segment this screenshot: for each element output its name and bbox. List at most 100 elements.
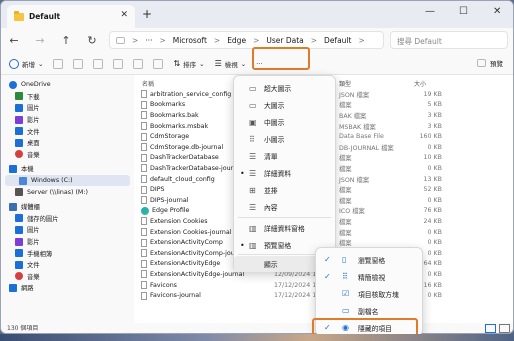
address-bar[interactable]: > ··· > Microsoft > Edge > User Data > D…	[109, 31, 384, 49]
file-type: JSON 檔案	[339, 91, 370, 99]
menu-item-file-extensions[interactable]: ▭ 副檔名	[316, 302, 422, 319]
menu-item-extra-large-icons[interactable]: ▭ 超大圖示	[234, 80, 335, 96]
menu-item-details-pane[interactable]: ▥ 詳細資料窗格	[234, 220, 335, 236]
sidebar-item-lib-music[interactable]: 音樂	[1, 271, 134, 283]
sort-button[interactable]: ⇅ 排序 ⌄	[173, 59, 204, 69]
sidebar-item-server-m[interactable]: Server (\\linas) (M:)	[1, 186, 134, 198]
close-button[interactable]: ✕	[493, 6, 501, 17]
minimize-button[interactable]: —	[425, 6, 435, 17]
file-name: ExtensionActivityEdge	[141, 259, 220, 268]
menu-item-medium-icons[interactable]: ▣ 中圖示	[234, 114, 335, 130]
menu-item-compact-view[interactable]: ✓ ⠿ 精簡檢視	[316, 268, 422, 285]
file-type: 檔案	[339, 229, 352, 237]
chevron-down-icon: ⌄	[38, 59, 44, 68]
new-label: 新增	[22, 60, 35, 69]
file-name: Favicons	[141, 281, 177, 290]
file-name: DIPS	[141, 185, 165, 194]
paste-button[interactable]	[93, 58, 104, 69]
sidebar-item-onedrive[interactable]: OneDrive	[1, 79, 134, 91]
sidebar-item-videos[interactable]: 影片	[1, 114, 134, 126]
tab-close-button[interactable]: ✕	[120, 10, 128, 20]
sidebar-item-label: 音樂	[27, 273, 40, 281]
details-view-icon[interactable]	[485, 324, 496, 333]
file-type: 檔案	[339, 102, 352, 110]
file-icon	[141, 270, 147, 279]
file-type: 檔案	[339, 155, 352, 163]
menu-item-label: 項目核取方塊	[358, 290, 399, 299]
sidebar-item-music[interactable]: 音樂	[1, 149, 134, 161]
sidebar-item-windows-c[interactable]: Windows (C:)	[5, 174, 130, 187]
menu-item-label: 顯示	[264, 261, 278, 269]
file-name-text: CdmStorage.db-journal	[150, 143, 224, 151]
sidebar-item-lib-videos[interactable]: 影片	[1, 236, 134, 248]
cut-button[interactable]	[53, 58, 64, 69]
file-type: 檔案	[339, 240, 352, 248]
extra-large-icons-icon: ▭	[249, 83, 257, 93]
library-icon	[9, 202, 17, 211]
search-input[interactable]: 搜尋 Default	[390, 31, 508, 49]
column-header-type[interactable]: 類型	[339, 79, 351, 88]
paste-icon	[93, 58, 104, 69]
breadcrumb-default[interactable]: Default	[324, 36, 351, 45]
menu-item-navigation-pane[interactable]: ✓ ▯ 瀏覽窗格	[316, 251, 422, 268]
menu-item-list[interactable]: ☰ 清單	[234, 148, 335, 164]
share-button[interactable]	[133, 58, 144, 69]
file-icon	[141, 100, 147, 109]
sidebar-item-lib-pictures[interactable]: 圖片	[1, 224, 134, 236]
file-type: BAK 檔案	[339, 112, 367, 120]
file-icon	[141, 90, 147, 99]
sidebar-item-label: Windows (C:)	[31, 177, 73, 185]
sidebar-item-downloads[interactable]: 下載	[1, 91, 134, 103]
tiles-view-icon[interactable]	[499, 324, 510, 333]
column-header-name[interactable]: 名稱	[142, 79, 154, 88]
column-header-size[interactable]: 大小	[414, 79, 426, 88]
sidebar-item-desktop[interactable]: 桌面	[1, 137, 134, 149]
breadcrumb-microsoft[interactable]: Microsoft	[173, 36, 207, 45]
breadcrumb-user-data[interactable]: User Data	[266, 36, 303, 45]
back-icon[interactable]: ←	[1, 34, 27, 47]
check-icon: ✓	[324, 255, 331, 264]
rename-button[interactable]	[113, 58, 124, 69]
menu-item-tiles[interactable]: ⊞ 並排	[234, 182, 335, 198]
refresh-icon[interactable]: ↻	[79, 34, 105, 47]
breadcrumb-edge[interactable]: Edge	[227, 36, 246, 45]
sidebar-item-pictures[interactable]: 圖片	[1, 102, 134, 114]
menu-item-item-checkboxes[interactable]: ☑ 項目核取方塊	[316, 285, 422, 302]
sidebar-item-saved-pictures[interactable]: 儲存的圖片	[1, 213, 134, 225]
file-name: default_cloud_config	[141, 175, 215, 184]
up-icon[interactable]: ↑	[53, 34, 79, 47]
file-name-text: Bookmarks.msbak	[150, 122, 209, 130]
tab-default[interactable]: Default ✕	[7, 5, 135, 28]
sidebar-item-label: 圖片	[27, 227, 40, 235]
sidebar-item-libraries[interactable]: 媒體櫃	[1, 201, 134, 213]
sidebar-item-documents[interactable]: 文件	[1, 125, 134, 137]
preview-button[interactable]: 預覽	[477, 58, 503, 68]
file-type: 檔案	[339, 197, 352, 205]
copy-button[interactable]	[73, 58, 84, 69]
sidebar-item-network[interactable]: 網路	[1, 282, 134, 294]
camera-icon	[15, 249, 23, 258]
sidebar-item-label: OneDrive	[21, 81, 51, 89]
menu-item-small-icons[interactable]: ⠿ 小圖示	[234, 131, 335, 147]
view-list-icon: ☰	[214, 59, 222, 68]
network-icon	[9, 283, 17, 292]
file-icon	[141, 217, 147, 226]
new-tab-button[interactable]: +	[142, 7, 152, 21]
view-button[interactable]: ☰ 檢視 ⌄	[215, 59, 247, 69]
sort-icon: ⇅	[173, 59, 181, 68]
breadcrumb-more[interactable]: ···	[145, 36, 152, 45]
maximize-button[interactable]: ☐	[459, 6, 468, 17]
file-name: arbitration_service_config	[141, 90, 232, 99]
file-icon	[141, 238, 147, 247]
menu-item-content[interactable]: ☰ 內容	[234, 199, 335, 215]
delete-button[interactable]	[153, 58, 164, 69]
sidebar-item-camera-roll[interactable]: 手機相簿	[1, 247, 134, 259]
file-name: ExtensionActivityComp	[141, 238, 223, 247]
forward-icon[interactable]: →	[27, 34, 53, 47]
menu-item-large-icons[interactable]: ▭ 大圖示	[234, 97, 335, 113]
file-name-text: arbitration_service_config	[150, 90, 232, 98]
menu-item-details[interactable]: • ☰ 詳細資料	[234, 165, 335, 181]
sidebar-item-lib-documents[interactable]: 文件	[1, 259, 134, 271]
new-button[interactable]: 新增 ⌄	[9, 58, 44, 69]
sidebar-item-this-pc[interactable]: 本機	[1, 163, 134, 175]
